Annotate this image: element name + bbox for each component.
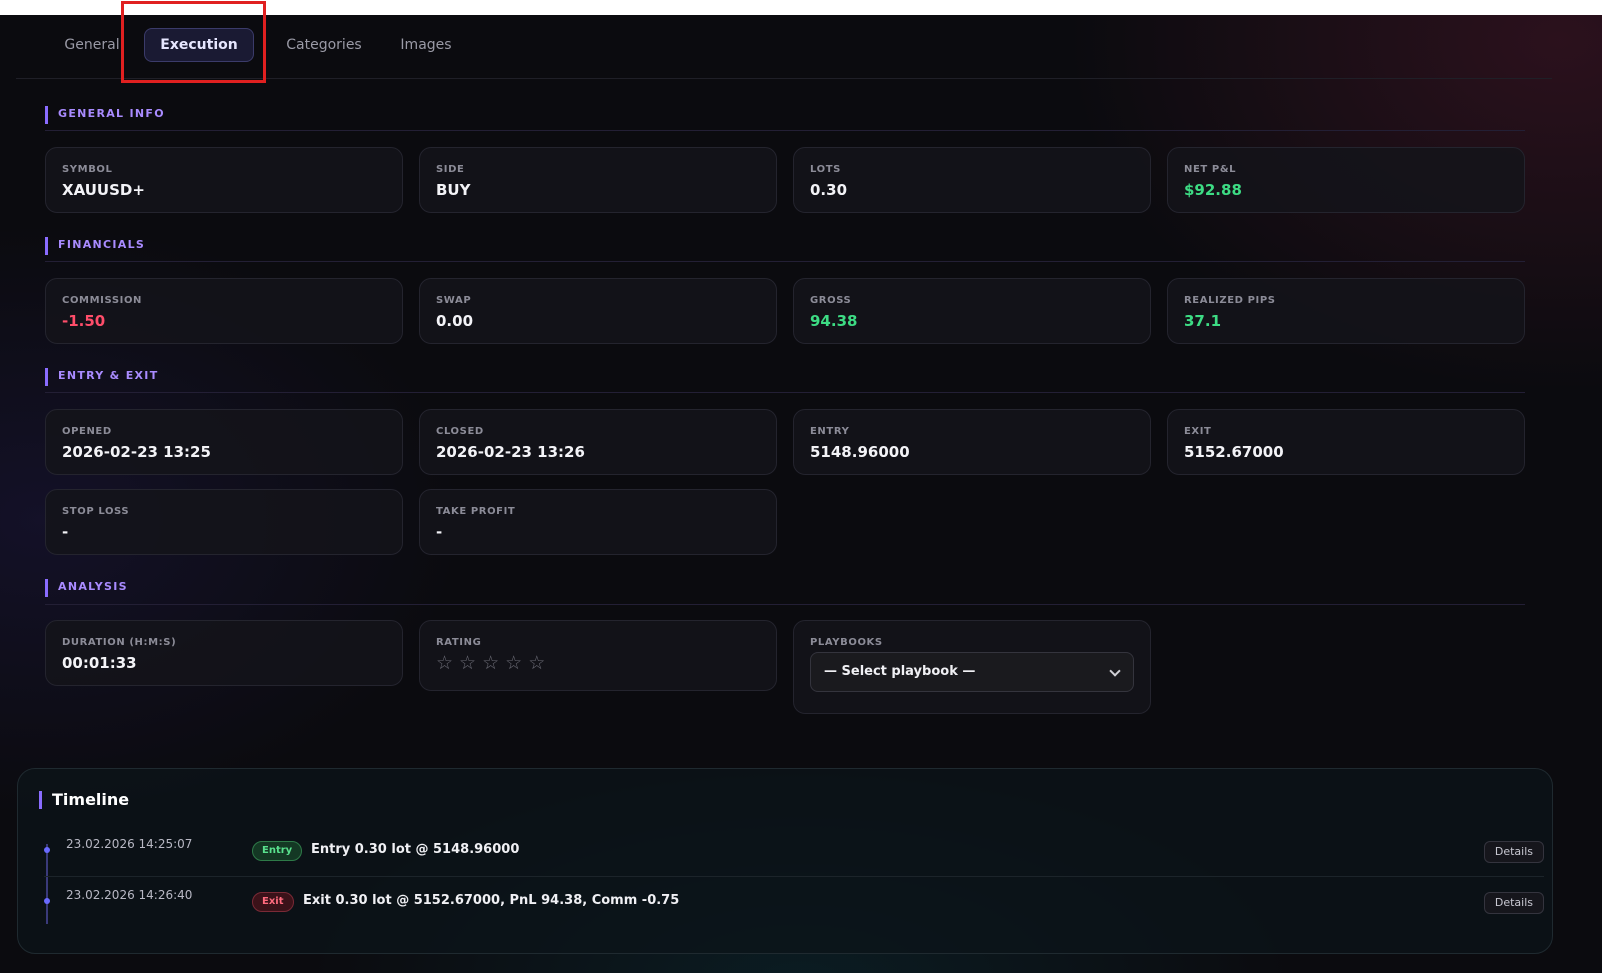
card-label: ENTRY [810, 426, 850, 437]
details-button[interactable]: Details [1483, 841, 1544, 863]
section-title-general-info: GENERAL INFO [45, 106, 1525, 124]
star-icon[interactable]: ☆ [528, 653, 545, 673]
section-divider [45, 130, 1525, 131]
card-value: 94.38 [810, 312, 858, 330]
card-label: EXIT [1184, 426, 1212, 437]
tab-categories[interactable]: Categories [278, 28, 370, 62]
card-label: REALIZED PIPS [1184, 295, 1276, 306]
section-divider [45, 604, 1525, 605]
card-value: -1.50 [62, 312, 106, 330]
card-label: RATING [436, 637, 482, 648]
timeline-text: Exit 0.30 lot @ 5152.67000, PnL 94.38, C… [303, 893, 680, 908]
section-title-financials: FINANCIALS [45, 237, 1525, 255]
timeline-row: 23.02.2026 14:25:07 Entry Entry 0.30 lot… [44, 827, 1544, 877]
card-label: SYMBOL [62, 164, 113, 175]
card-label: SWAP [436, 295, 472, 306]
card-label: CLOSED [436, 426, 484, 437]
tab-general[interactable]: General [60, 28, 124, 62]
card-label: COMMISSION [62, 295, 143, 306]
card-entry: ENTRY 5148.96000 [793, 409, 1151, 475]
card-net-pnl: NET P&L $92.88 [1167, 147, 1525, 213]
card-label: LOTS [810, 164, 841, 175]
card-side: SIDE BUY [419, 147, 777, 213]
entry-badge: Entry [252, 841, 303, 861]
card-exit: EXIT 5152.67000 [1167, 409, 1525, 475]
timeline-time: 23.02.2026 14:26:40 [66, 888, 193, 902]
card-value: 00:01:33 [62, 654, 137, 672]
card-value: 2026-02-23 13:25 [62, 443, 211, 461]
card-closed: CLOSED 2026-02-23 13:26 [419, 409, 777, 475]
star-rating[interactable]: ☆ ☆ ☆ ☆ ☆ [436, 653, 545, 673]
card-value: 2026-02-23 13:26 [436, 443, 585, 461]
card-label: TAKE PROFIT [436, 506, 516, 517]
card-commission: COMMISSION -1.50 [45, 278, 403, 344]
exit-badge: Exit [252, 892, 294, 912]
card-value: - [436, 523, 443, 541]
card-value: - [62, 523, 69, 541]
card-value: $92.88 [1184, 181, 1242, 199]
card-value: XAUUSD+ [62, 181, 145, 199]
card-label: SIDE [436, 164, 465, 175]
section-title-entry-exit: ENTRY & EXIT [45, 368, 1525, 386]
card-realized-pips: REALIZED PIPS 37.1 [1167, 278, 1525, 344]
browser-top-strip [0, 0, 1602, 15]
timeline-dot-icon [44, 898, 50, 904]
timeline-panel: Timeline 23.02.2026 14:25:07 Entry Entry… [17, 768, 1553, 954]
card-value: 0.00 [436, 312, 474, 330]
star-icon[interactable]: ☆ [436, 653, 453, 673]
card-take-profit: TAKE PROFIT - [419, 489, 777, 555]
star-icon[interactable]: ☆ [459, 653, 476, 673]
timeline-title: Timeline [39, 791, 129, 809]
card-value: 5148.96000 [810, 443, 910, 461]
card-label: PLAYBOOKS [810, 637, 883, 648]
card-playbooks: PLAYBOOKS — Select playbook — [793, 620, 1151, 714]
timeline-time: 23.02.2026 14:25:07 [66, 837, 193, 851]
chevron-down-icon [1109, 665, 1121, 677]
card-lots: LOTS 0.30 [793, 147, 1151, 213]
section-divider [45, 261, 1525, 262]
card-stop-loss: STOP LOSS - [45, 489, 403, 555]
card-label: GROSS [810, 295, 852, 306]
details-button[interactable]: Details [1483, 892, 1544, 914]
timeline-row: 23.02.2026 14:26:40 Exit Exit 0.30 lot @… [44, 878, 1544, 928]
card-duration: DURATION (H:M:S) 00:01:33 [45, 620, 403, 686]
card-swap: SWAP 0.00 [419, 278, 777, 344]
card-value: 0.30 [810, 181, 848, 199]
section-title-analysis: ANALYSIS [45, 579, 1525, 597]
star-icon[interactable]: ☆ [482, 653, 499, 673]
star-icon[interactable]: ☆ [505, 653, 522, 673]
card-rating: RATING ☆ ☆ ☆ ☆ ☆ [419, 620, 777, 691]
card-symbol: SYMBOL XAUUSD+ [45, 147, 403, 213]
card-gross: GROSS 94.38 [793, 278, 1151, 344]
playbook-select[interactable]: — Select playbook — [810, 652, 1134, 692]
timeline-dot-icon [44, 847, 50, 853]
tab-bar: General Execution Categories Images [16, 15, 1552, 79]
section-divider [45, 392, 1525, 393]
playbook-select-value: — Select playbook — [824, 664, 976, 679]
timeline-text: Entry 0.30 lot @ 5148.96000 [311, 842, 520, 857]
card-value: 5152.67000 [1184, 443, 1284, 461]
card-value: BUY [436, 181, 471, 199]
card-opened: OPENED 2026-02-23 13:25 [45, 409, 403, 475]
tab-images[interactable]: Images [394, 28, 458, 62]
tab-execution[interactable]: Execution [144, 28, 254, 62]
card-value: 37.1 [1184, 312, 1222, 330]
card-label: NET P&L [1184, 164, 1237, 175]
card-label: DURATION (H:M:S) [62, 637, 177, 648]
card-label: STOP LOSS [62, 506, 130, 517]
card-label: OPENED [62, 426, 112, 437]
